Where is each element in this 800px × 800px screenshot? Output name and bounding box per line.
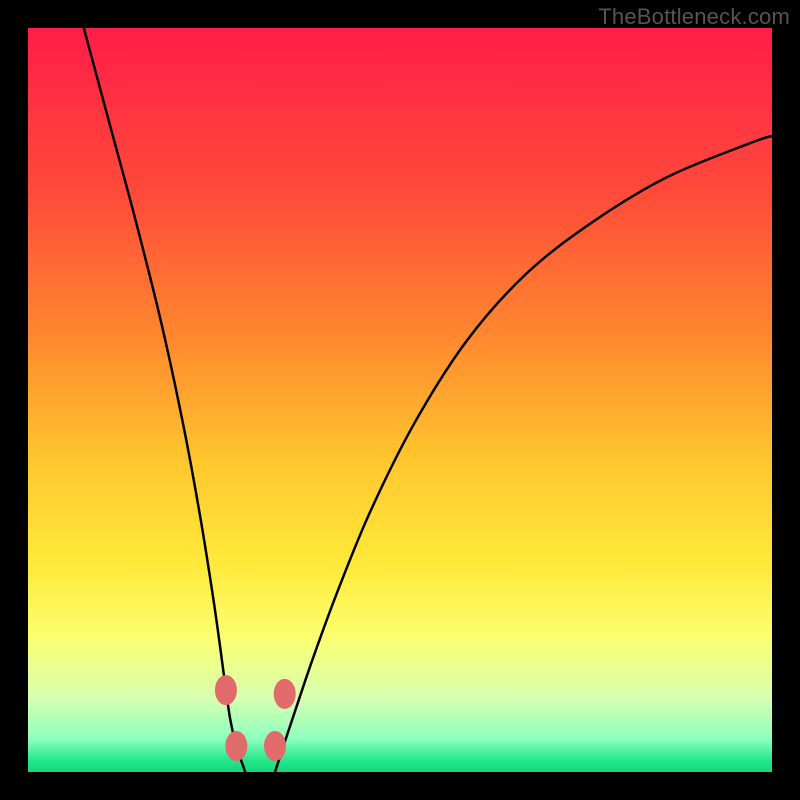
marker-dot [215,675,237,705]
marker-dot [225,731,247,761]
marker-dot [264,731,286,761]
marker-dot [274,679,296,709]
watermark-text: TheBottleneck.com [598,4,790,30]
chart-frame [28,28,772,772]
gradient-background [28,28,772,772]
bottleneck-chart [28,28,772,772]
